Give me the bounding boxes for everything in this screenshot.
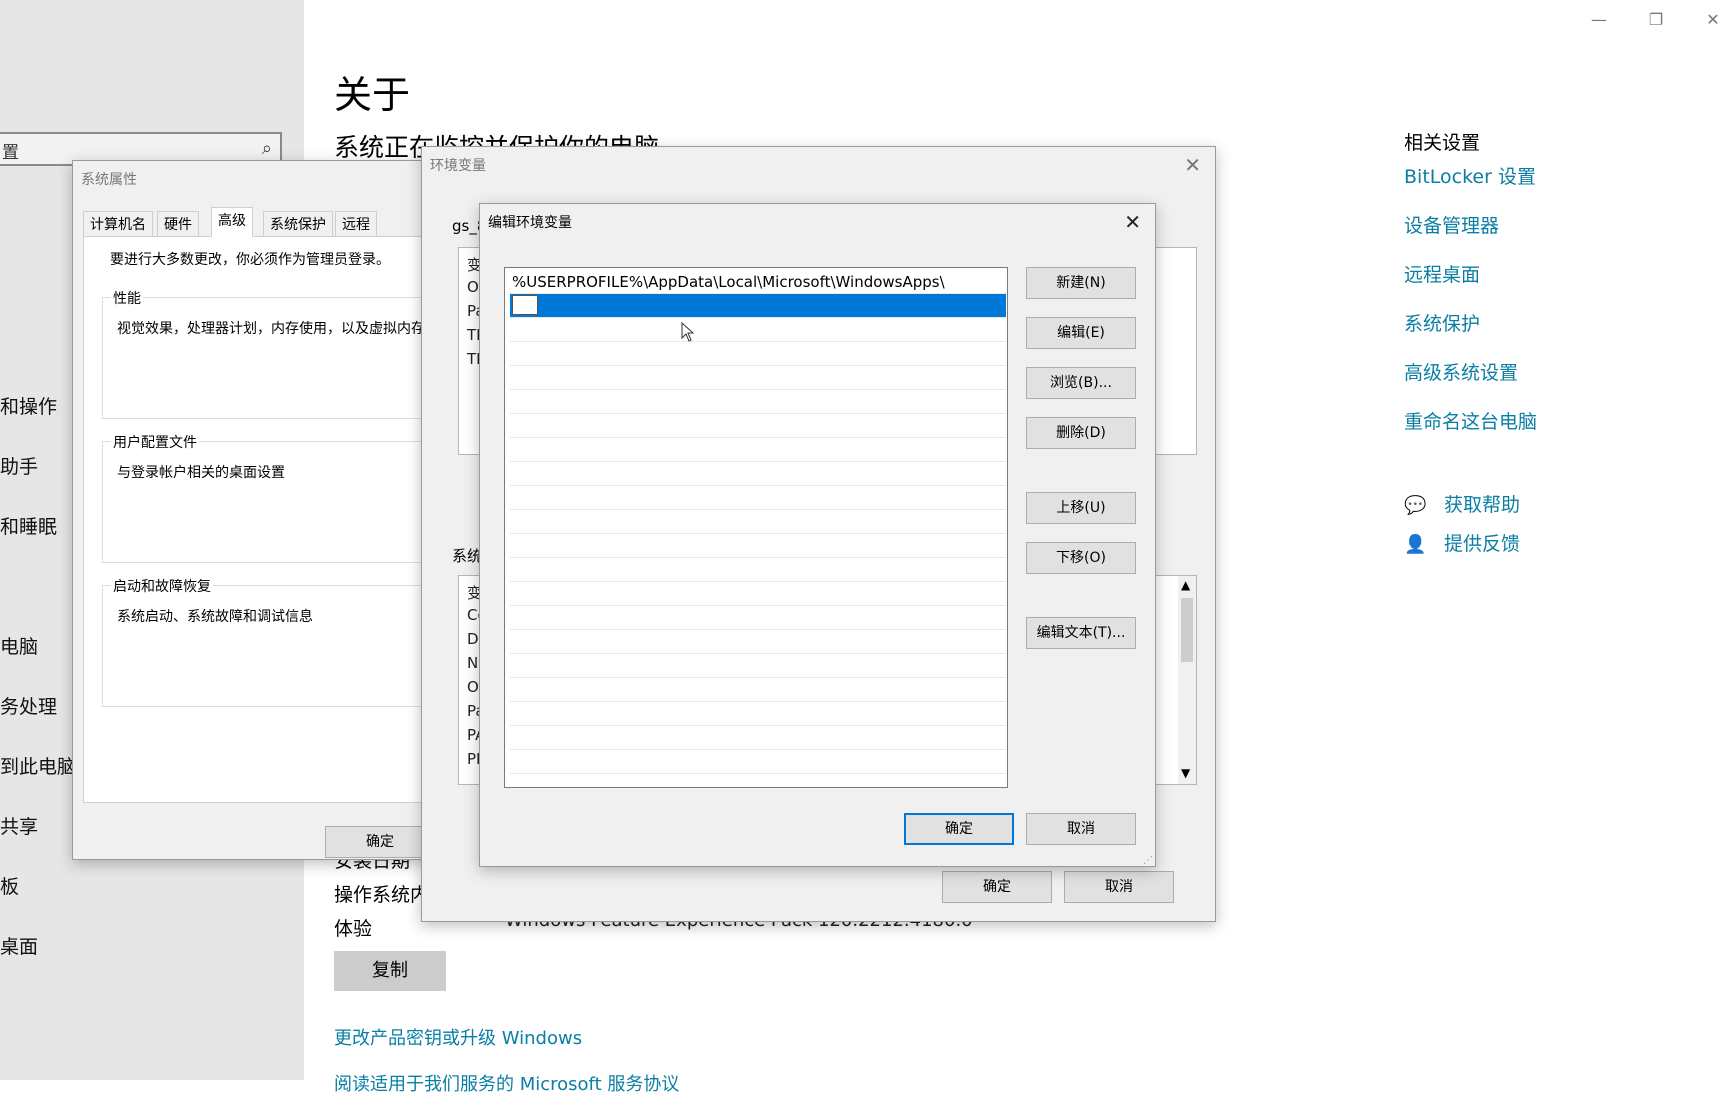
sidebar-item[interactable]: 和睡眠	[0, 512, 57, 539]
performance-group: 性能 视觉效果，处理器计划，内存使用，以及虚拟内存	[102, 288, 434, 419]
tab-system-protection[interactable]: 系统保护	[263, 211, 333, 237]
close-window-button[interactable]: ✕	[1698, 10, 1728, 30]
list-item	[510, 318, 1006, 342]
search-placeholder: 置	[2, 143, 19, 163]
dialog-title: 环境变量	[430, 158, 486, 174]
copy-button[interactable]: 复制	[334, 951, 446, 991]
startup-recovery-group: 启动和故障恢复 系统启动、系统故障和调试信息	[102, 576, 434, 707]
feedback-person-icon: 👤	[1404, 534, 1427, 555]
feedback-link[interactable]: 👤 提供反馈	[1404, 529, 1520, 556]
entry-text: %USERPROFILE%\AppData\Local\Microsoft\Wi…	[512, 273, 945, 291]
path-entries-list[interactable]: %USERPROFILE%\AppData\Local\Microsoft\Wi…	[504, 267, 1008, 788]
list-item	[510, 678, 1006, 702]
remote-desktop-link[interactable]: 远程桌面	[1404, 260, 1480, 287]
page-title: 关于	[334, 73, 411, 117]
scroll-thumb[interactable]	[1181, 598, 1193, 662]
list-item	[510, 534, 1006, 558]
list-item	[510, 390, 1006, 414]
list-item	[510, 414, 1006, 438]
advanced-tab-panel: 要进行大多数更改，你必须作为管理员登录。 性能 视觉效果，处理器计划，内存使用，…	[83, 236, 434, 803]
minimize-button[interactable]: —	[1584, 10, 1614, 30]
close-icon[interactable]: ✕	[1124, 210, 1141, 234]
tab-hardware[interactable]: 硬件	[157, 211, 199, 237]
rename-pc-link[interactable]: 重命名这台电脑	[1404, 407, 1537, 434]
sidebar-item[interactable]: 助手	[0, 452, 38, 479]
group-text: 系统启动、系统故障和调试信息	[117, 609, 313, 625]
scrollbar[interactable]: ▲ ▼	[1178, 576, 1196, 784]
sidebar-item[interactable]: 务处理	[0, 692, 57, 719]
tab-advanced[interactable]: 高级	[211, 207, 253, 237]
system-protection-link[interactable]: 系统保护	[1404, 309, 1480, 336]
user-profiles-group: 用户配置文件 与登录帐户相关的桌面设置	[102, 432, 434, 563]
sidebar-item[interactable]: 共享	[0, 812, 38, 839]
entry-edit-field[interactable]	[512, 295, 538, 315]
change-product-key-link[interactable]: 更改产品密钥或升级 Windows	[334, 1024, 582, 1050]
chat-help-icon: 💬	[1404, 495, 1427, 516]
group-text: 视觉效果，处理器计划，内存使用，以及虚拟内存	[117, 321, 425, 337]
feedback-label: 提供反馈	[1444, 533, 1521, 555]
group-label: 启动和故障恢复	[111, 576, 213, 596]
list-item[interactable]: %USERPROFILE%\AppData\Local\Microsoft\Wi…	[510, 270, 1006, 294]
list-item	[510, 510, 1006, 534]
env-cancel-button[interactable]: 取消	[1064, 871, 1174, 903]
group-text: 与登录帐户相关的桌面设置	[117, 465, 285, 481]
list-item	[510, 462, 1006, 486]
dialog-title: 系统属性	[81, 172, 137, 188]
list-item-selected[interactable]	[510, 294, 1006, 318]
close-icon[interactable]: ✕	[1184, 153, 1201, 177]
scroll-up-icon[interactable]: ▲	[1181, 578, 1190, 592]
list-item	[510, 438, 1006, 462]
list-item	[510, 342, 1006, 366]
list-item	[510, 366, 1006, 390]
list-item	[510, 702, 1006, 726]
advanced-system-settings-link[interactable]: 高级系统设置	[1404, 358, 1518, 385]
sidebar-item[interactable]: 到此电脑	[0, 752, 76, 779]
list-item	[510, 630, 1006, 654]
new-button[interactable]: 新建(N)	[1026, 267, 1136, 299]
sidebar-item[interactable]: 板	[0, 872, 19, 899]
scroll-down-icon[interactable]: ▼	[1181, 766, 1190, 780]
get-help-label: 获取帮助	[1444, 494, 1521, 516]
mouse-cursor-icon	[681, 322, 695, 342]
tab-computer-name[interactable]: 计算机名	[83, 211, 153, 237]
list-item	[510, 606, 1006, 630]
resize-grip-icon[interactable]: ⋰	[1143, 855, 1153, 866]
related-settings-heading: 相关设置	[1404, 132, 1481, 154]
edit-cancel-button[interactable]: 取消	[1026, 813, 1136, 845]
list-item	[510, 726, 1006, 750]
service-agreement-link[interactable]: 阅读适用于我们服务的 Microsoft 服务协议	[334, 1070, 679, 1096]
search-icon: ⌕	[261, 138, 272, 159]
sidebar-item[interactable]: 和操作	[0, 392, 57, 419]
system-vars-label: 系统	[452, 547, 483, 565]
list-item	[510, 750, 1006, 774]
list-item	[510, 654, 1006, 678]
move-down-button[interactable]: 下移(O)	[1026, 542, 1136, 574]
edit-button[interactable]: 编辑(E)	[1026, 317, 1136, 349]
list-item	[510, 486, 1006, 510]
device-manager-link[interactable]: 设备管理器	[1404, 211, 1499, 238]
list-item	[510, 558, 1006, 582]
env-ok-button[interactable]: 确定	[942, 871, 1052, 903]
group-label: 性能	[111, 288, 143, 308]
spec-label: 体验	[334, 918, 373, 940]
dialog-title: 编辑环境变量	[488, 215, 572, 231]
maximize-button[interactable]: ❐	[1641, 10, 1671, 30]
admin-note: 要进行大多数更改，你必须作为管理员登录。	[110, 252, 390, 268]
sidebar-item[interactable]: 桌面	[0, 932, 38, 959]
system-properties-dialog: 系统属性 要进行大多数更改，你必须作为管理员登录。 性能 视觉效果，处理器计划，…	[72, 160, 435, 860]
edit-environment-variable-dialog: 编辑环境变量 ✕ %USERPROFILE%\AppData\Local\Mic…	[479, 203, 1156, 867]
get-help-link[interactable]: 💬 获取帮助	[1404, 490, 1520, 517]
move-up-button[interactable]: 上移(U)	[1026, 492, 1136, 524]
ok-button[interactable]: 确定	[325, 826, 435, 858]
delete-button[interactable]: 删除(D)	[1026, 417, 1136, 449]
list-item	[510, 582, 1006, 606]
bitlocker-link[interactable]: BitLocker 设置	[1404, 162, 1536, 189]
group-label: 用户配置文件	[111, 432, 199, 452]
sidebar-item[interactable]: 电脑	[0, 632, 38, 659]
tab-remote[interactable]: 远程	[335, 211, 377, 237]
edit-text-button[interactable]: 编辑文本(T)...	[1026, 617, 1136, 649]
edit-ok-button[interactable]: 确定	[904, 813, 1014, 845]
browse-button[interactable]: 浏览(B)...	[1026, 367, 1136, 399]
